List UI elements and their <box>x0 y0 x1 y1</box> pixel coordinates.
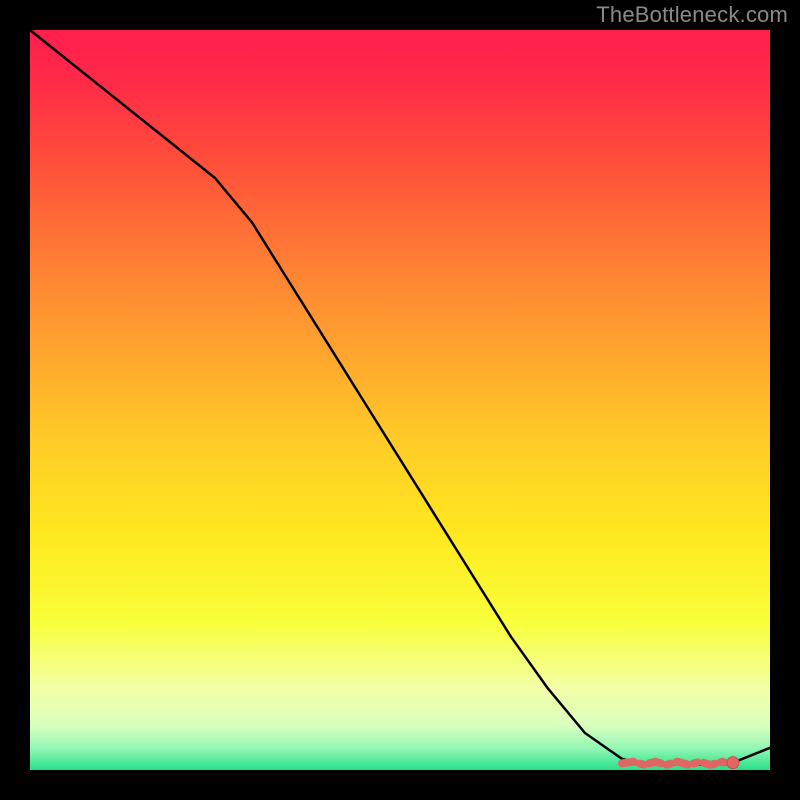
chart-canvas <box>0 0 800 800</box>
plot-background <box>30 30 770 770</box>
flat-highlight <box>622 762 733 765</box>
end-marker <box>727 757 739 769</box>
chart-stage: TheBottleneck.com <box>0 0 800 800</box>
